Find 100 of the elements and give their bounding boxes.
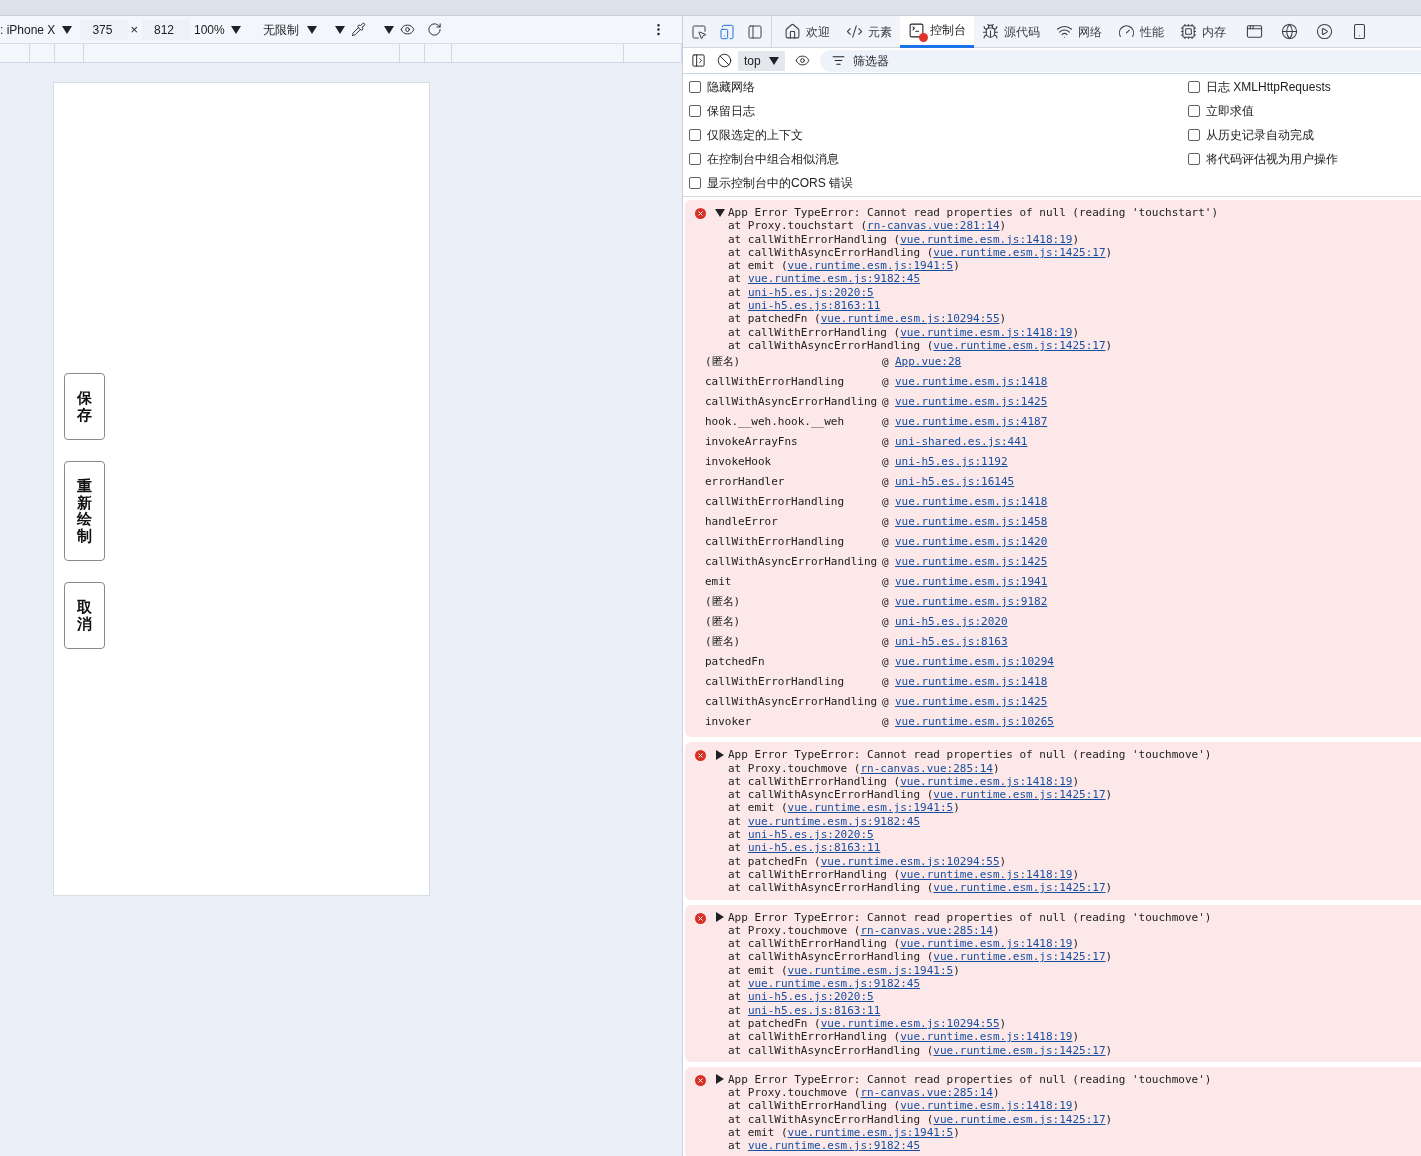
source-link[interactable]: vue.runtime.esm.js:1941:5 — [787, 963, 954, 977]
checkbox[interactable] — [1188, 129, 1200, 141]
panel-icon[interactable] — [747, 23, 763, 40]
source-link[interactable]: vue.runtime.esm.js:1425 — [895, 694, 1048, 711]
checkbox[interactable] — [1188, 153, 1200, 165]
source-link[interactable]: uni-h5.es.js:16145 — [895, 474, 1015, 491]
page-button[interactable]: 取消 — [64, 582, 105, 649]
devtools-tab[interactable]: 欢迎 — [776, 15, 838, 48]
source-link[interactable]: vue.runtime.esm.js:1425 — [895, 394, 1048, 411]
source-link[interactable]: vue.runtime.esm.js:1418 — [895, 374, 1048, 391]
source-link[interactable]: vue.runtime.esm.js:1420 — [895, 534, 1048, 551]
phone-icon[interactable] — [1351, 23, 1368, 40]
source-link[interactable]: vue.runtime.esm.js:1418:19 — [900, 1030, 1073, 1044]
source-link[interactable]: vue.runtime.esm.js:1418 — [895, 674, 1048, 691]
source-link[interactable]: vue.runtime.esm.js:1425:17 — [933, 338, 1106, 352]
source-link[interactable]: vue.runtime.esm.js:4187 — [895, 414, 1048, 431]
source-link[interactable]: vue.runtime.esm.js:1425:17 — [933, 788, 1106, 802]
devtools-tab[interactable]: 内存 — [1172, 15, 1234, 48]
checkbox[interactable] — [689, 81, 701, 93]
page-button[interactable]: 重新绘制 — [64, 461, 105, 561]
device-toolbar-icon[interactable] — [719, 23, 735, 40]
devtools-tab[interactable]: 性能 — [1110, 15, 1172, 48]
rotate-icon[interactable] — [426, 22, 442, 37]
source-link[interactable]: vue.runtime.esm.js:9182:45 — [747, 814, 921, 828]
source-link[interactable]: vue.runtime.esm.js:1418 — [895, 494, 1048, 511]
clear-icon[interactable] — [717, 53, 732, 68]
filter-field[interactable]: 筛选器 — [819, 49, 1421, 72]
source-link[interactable]: vue.runtime.esm.js:1425 — [895, 554, 1048, 571]
source-link[interactable]: uni-shared.es.js:441 — [895, 434, 1028, 451]
triangle-right-icon[interactable] — [715, 749, 725, 760]
source-link[interactable]: vue.runtime.esm.js:9182:45 — [747, 1139, 921, 1153]
source-link[interactable]: vue.runtime.esm.js:1425:17 — [933, 245, 1106, 259]
source-link[interactable]: vue.runtime.esm.js:9182 — [895, 594, 1048, 611]
source-link[interactable]: vue.runtime.esm.js:10294 — [895, 654, 1054, 671]
width-field[interactable]: 375 — [80, 19, 129, 40]
source-link[interactable]: uni-h5.es.js:8163:11 — [747, 841, 881, 855]
devtools-tab[interactable]: 源代码 — [974, 15, 1048, 48]
throttle-dropdown[interactable]: 无限制 — [262, 20, 317, 39]
source-link[interactable]: vue.runtime.esm.js:10294:55 — [820, 312, 1000, 326]
source-link[interactable]: App.vue:28 — [895, 354, 962, 371]
source-link[interactable]: vue.runtime.esm.js:1941:5 — [787, 1126, 954, 1139]
source-link[interactable]: uni-h5.es.js:2020:5 — [747, 828, 874, 842]
triangle-right-icon[interactable] — [715, 1074, 725, 1085]
source-link[interactable]: vue.runtime.esm.js:1418:19 — [900, 1099, 1073, 1113]
source-link[interactable]: vue.runtime.esm.js:1418:19 — [900, 937, 1073, 951]
checkbox[interactable] — [1188, 81, 1200, 93]
devtools-tab[interactable]: 元素 — [838, 15, 900, 48]
checkbox[interactable] — [689, 105, 701, 117]
checkbox[interactable] — [689, 153, 701, 165]
source-link[interactable]: uni-h5.es.js:1192 — [895, 454, 1008, 471]
source-link[interactable]: vue.runtime.esm.js:10294:55 — [820, 1016, 1000, 1030]
source-link[interactable]: uni-h5.es.js:8163 — [895, 634, 1008, 651]
play-icon[interactable] — [1316, 23, 1333, 40]
source-link[interactable]: uni-h5.es.js:8163:11 — [747, 299, 881, 313]
source-link[interactable]: vue.runtime.esm.js:1425:17 — [933, 881, 1106, 895]
inspect-icon[interactable] — [691, 23, 707, 40]
source-link[interactable]: rn-canvas.vue:285:14 — [860, 761, 993, 775]
source-link[interactable]: vue.runtime.esm.js:9182:45 — [747, 977, 921, 990]
source-link[interactable]: vue.runtime.esm.js:1941 — [895, 574, 1048, 591]
source-link[interactable]: vue.runtime.esm.js:1941:5 — [787, 801, 954, 815]
source-link[interactable]: rn-canvas.vue:285:14 — [860, 923, 993, 937]
globe-icon[interactable] — [1281, 23, 1298, 40]
page-button[interactable]: 保存 — [64, 373, 105, 440]
source-link[interactable]: rn-canvas.vue:281:14 — [867, 219, 1000, 233]
eyedropper-icon[interactable] — [350, 22, 366, 37]
sidebar-icon[interactable] — [691, 53, 706, 68]
source-link[interactable]: vue.runtime.esm.js:1458 — [895, 514, 1048, 531]
height-field[interactable]: 812 — [141, 19, 190, 40]
stack-frame: at callWithAsyncErrorHandling (vue.runtime.esm.js:1425:17) — [702, 950, 1212, 964]
context-dropdown[interactable]: top — [738, 50, 785, 71]
source-link[interactable]: vue.runtime.esm.js:10294:55 — [820, 854, 1000, 868]
source-link[interactable]: uni-h5.es.js:2020:5 — [747, 990, 874, 1004]
source-link[interactable]: uni-h5.es.js:2020:5 — [747, 285, 874, 299]
source-link[interactable]: uni-h5.es.js:2020 — [895, 614, 1008, 631]
zoom-dropdown[interactable]: 100% — [193, 20, 241, 39]
source-link[interactable]: vue.runtime.esm.js:1418:19 — [900, 232, 1073, 246]
source-link[interactable]: uni-h5.es.js:8163:11 — [747, 1003, 881, 1017]
source-link[interactable]: vue.runtime.esm.js:1941:5 — [787, 259, 954, 273]
source-link[interactable]: rn-canvas.vue:285:14 — [860, 1086, 993, 1100]
device-dropdown[interactable]: : iPhone X — [0, 20, 73, 39]
source-link[interactable]: vue.runtime.esm.js:1425:17 — [933, 1043, 1106, 1057]
devtools-tab[interactable]: 网络 — [1048, 15, 1110, 48]
function-name: invokeHook — [705, 454, 773, 470]
source-link[interactable]: vue.runtime.esm.js:1425:17 — [933, 1112, 1106, 1126]
triangle-right-icon[interactable] — [715, 912, 725, 923]
source-link[interactable]: vue.runtime.esm.js:9182:45 — [747, 272, 921, 286]
source-link[interactable]: vue.runtime.esm.js:1418:19 — [900, 867, 1073, 881]
checkbox[interactable] — [1188, 105, 1200, 117]
eye-icon[interactable] — [794, 53, 810, 68]
source-link[interactable]: vue.runtime.esm.js:1418:19 — [900, 774, 1073, 788]
window-icon[interactable] — [1246, 23, 1263, 40]
eye-icon[interactable] — [399, 22, 415, 37]
source-link[interactable]: vue.runtime.esm.js:10265 — [895, 714, 1054, 731]
triangle-down-icon[interactable] — [715, 207, 725, 218]
source-link[interactable]: vue.runtime.esm.js:1418:19 — [900, 325, 1073, 339]
source-link[interactable]: vue.runtime.esm.js:1425:17 — [933, 950, 1106, 964]
checkbox[interactable] — [689, 129, 701, 141]
checkbox[interactable] — [689, 177, 701, 189]
devtools-tab[interactable]: 控制台 — [900, 15, 974, 48]
filter-input[interactable]: 筛选器 — [852, 51, 1053, 70]
